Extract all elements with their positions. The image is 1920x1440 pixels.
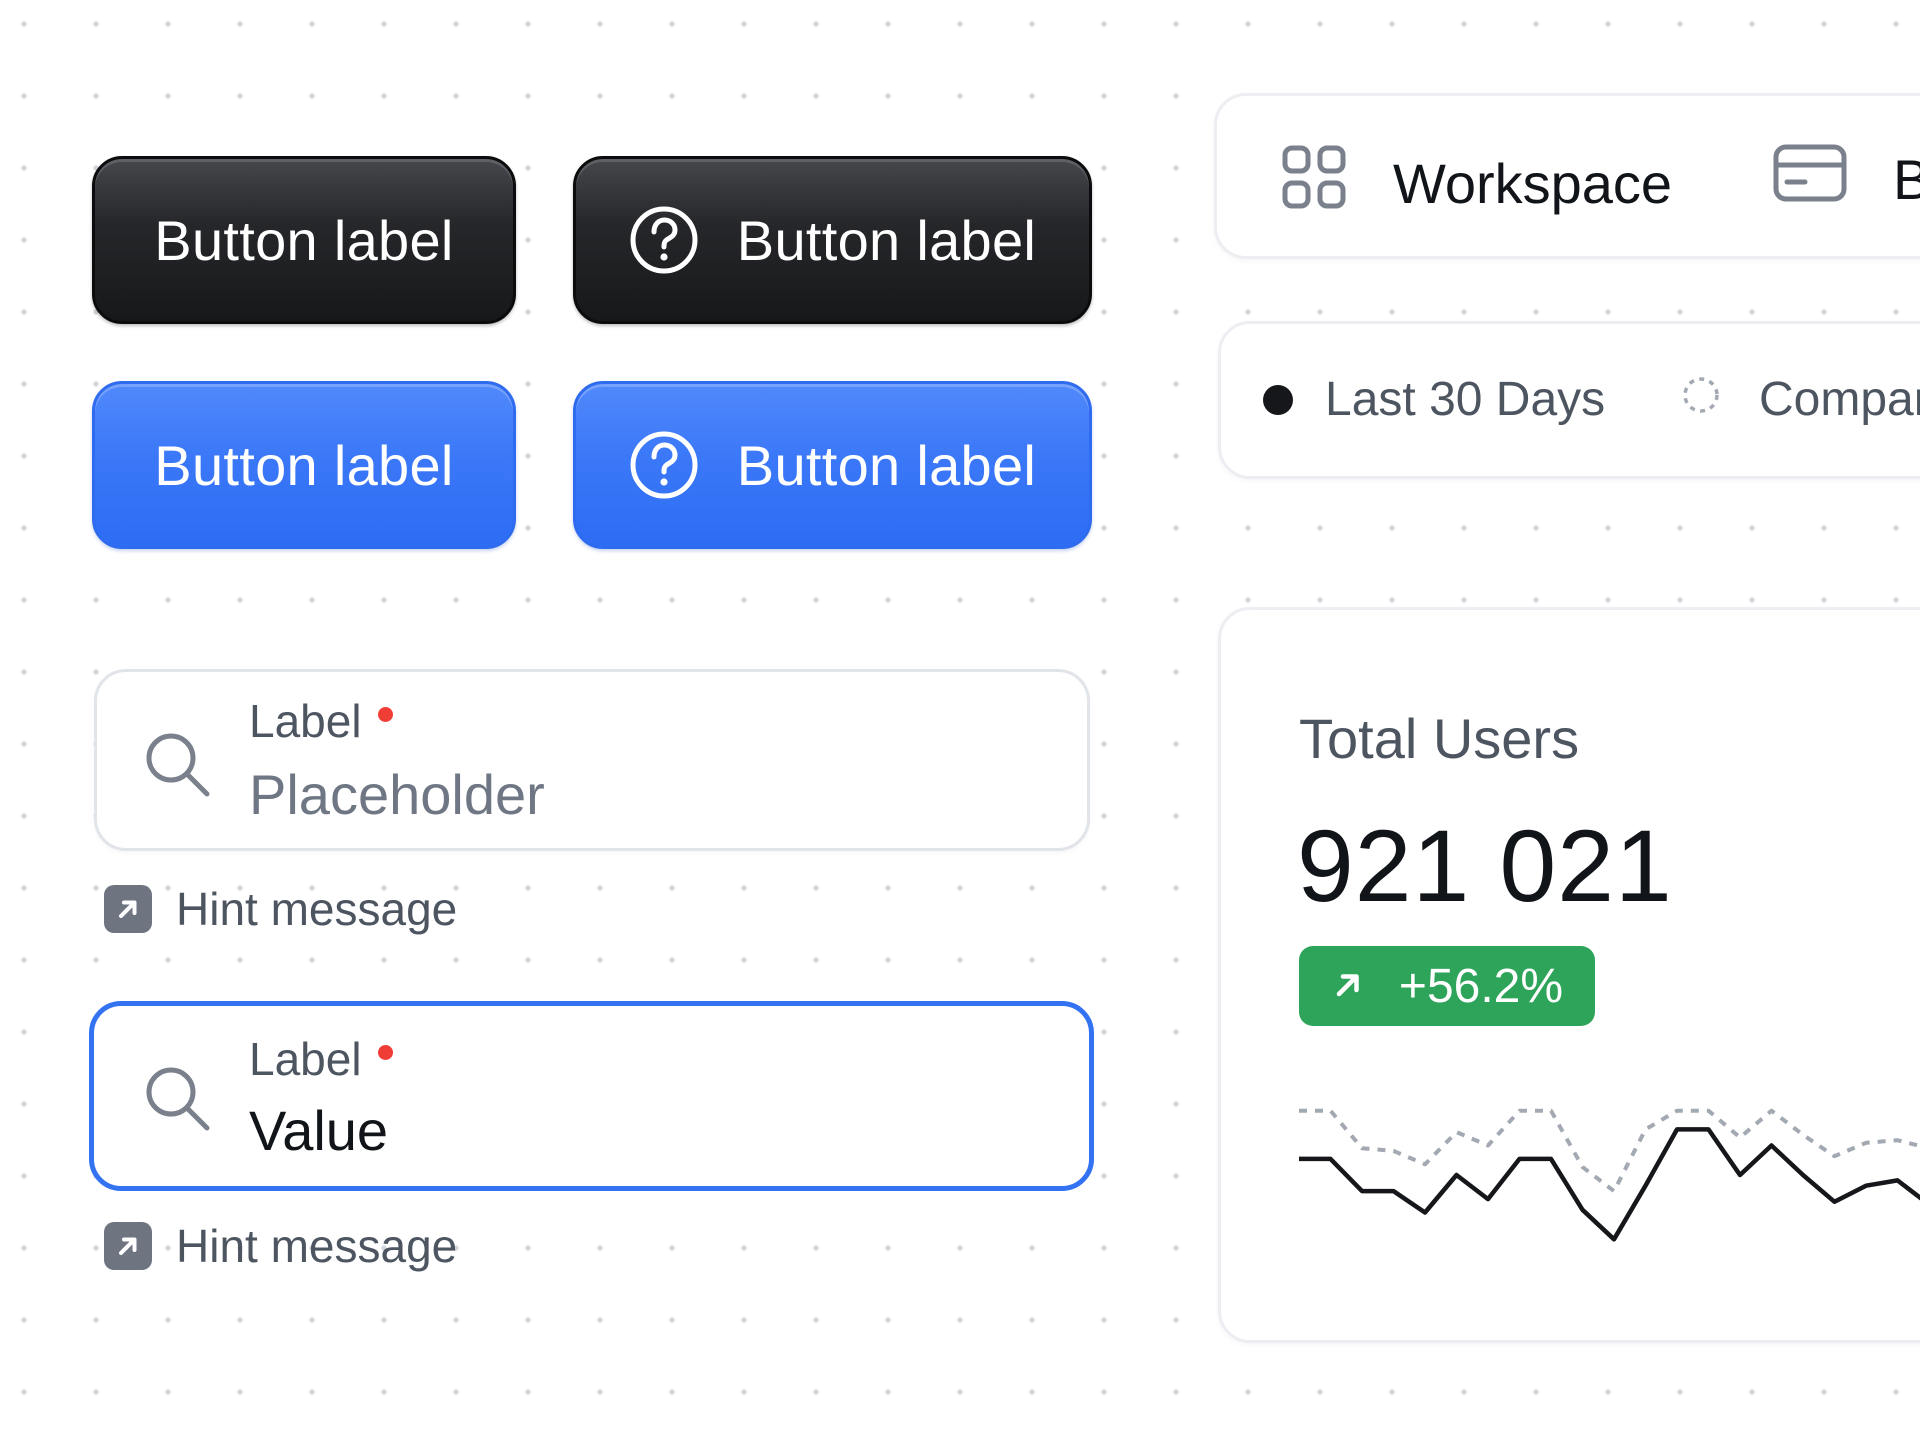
field-label-text: Label [249,1033,362,1085]
required-indicator [377,706,393,722]
required-indicator [377,1044,393,1060]
nav-item-workspace[interactable]: Workspace [1281,144,1672,223]
button-label: Button label [736,208,1037,272]
hint-message: Hint message [104,1219,457,1273]
search-input-placeholder[interactable]: Placeholder [249,762,545,827]
arrow-up-right-icon [104,885,152,933]
primary-dark-button[interactable]: Button label [92,156,516,324]
change-value: +56.2% [1398,959,1564,1013]
search-icon [141,728,213,805]
primary-dark-icon-button[interactable]: Button label [573,156,1092,324]
filter-compare[interactable]: Compar [1681,372,1920,427]
credit-card-icon [1773,144,1847,215]
arrow-up-right-icon [104,1222,152,1270]
search-input-value[interactable]: Value [249,1098,388,1163]
help-circle-icon [629,430,699,500]
field-label-text: Label [249,695,362,747]
button-label: Button label [154,208,454,272]
nav-item-label: B [1893,148,1920,211]
sparkline-current-period [1299,1127,1920,1242]
button-label: Button label [736,433,1037,497]
nav-item-label: Workspace [1393,152,1673,215]
grid-icon [1281,144,1347,223]
field-label: Label [249,694,393,748]
help-circle-icon [629,205,699,275]
hint-text: Hint message [176,1220,458,1272]
nav-tabs-card: Workspace B [1214,93,1920,259]
sparkline-previous-period [1299,1108,1920,1194]
dashed-circle-icon [1681,372,1721,427]
field-label: Label [249,1032,393,1086]
stat-title: Total Users [1299,707,1580,770]
hint-text: Hint message [176,883,458,935]
arrow-up-right-icon [1331,959,1365,1014]
filter-last-30-days[interactable]: Last 30 Days [1263,372,1605,427]
sparkline-chart [1299,1108,1920,1242]
nav-item-billing[interactable]: B [1773,144,1920,215]
total-users-card: Total Users 921 021 +56.2% [1218,607,1920,1343]
search-icon [141,1062,213,1139]
search-field-idle[interactable]: Label Placeholder [94,669,1090,851]
primary-blue-icon-button[interactable]: Button label [573,381,1092,549]
search-field-focused[interactable]: Label Value [89,1001,1094,1191]
filter-label: Compar [1759,373,1920,426]
button-label: Button label [154,433,454,497]
stat-value: 921 021 [1297,809,1673,923]
primary-blue-button[interactable]: Button label [92,381,516,549]
filter-label: Last 30 Days [1325,373,1606,426]
solid-dot-icon [1263,384,1293,415]
hint-message: Hint message [104,882,457,936]
date-filter-card: Last 30 Days Compar [1218,321,1920,479]
change-badge: +56.2% [1299,946,1595,1026]
